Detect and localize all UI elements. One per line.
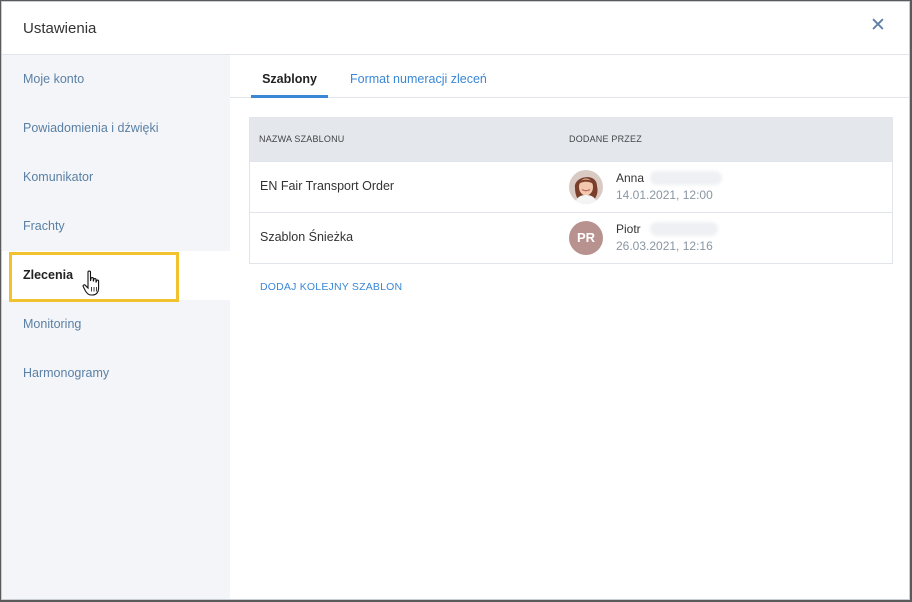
dialog-title: Ustawienia <box>23 20 97 37</box>
tab-bar: Szablony Format numeracji zleceń <box>230 55 909 98</box>
table-row[interactable]: EN Fair Transport Order Anna 14.01.2021,… <box>250 161 892 212</box>
table-row[interactable]: Szablon Śnieżka PR Piotr 26.03.2021, 12:… <box>250 212 892 263</box>
avatar <box>569 170 603 204</box>
templates-table: NAZWA SZABLONU DODANE PRZEZ EN Fair Tran… <box>249 117 893 264</box>
add-template-button[interactable]: DODAJ KOLEJNY SZABLON <box>260 281 402 293</box>
column-header-name: NAZWA SZABLONU <box>259 134 345 144</box>
avatar: PR <box>569 221 603 255</box>
settings-dialog: Ustawienia ✕ Moje konto Powiadomienia i … <box>1 1 910 600</box>
redacted-surname <box>650 222 718 236</box>
column-header-added-by: DODANE PRZEZ <box>569 134 642 144</box>
dialog-header: Ustawienia ✕ <box>2 2 909 55</box>
sidebar-item-frachty[interactable]: Frachty <box>2 202 230 251</box>
avatar-photo-icon <box>569 170 603 204</box>
added-date: 26.03.2021, 12:16 <box>616 239 713 253</box>
tab-format-numeracji[interactable]: Format numeracji zleceń <box>350 72 487 98</box>
author-name: Piotr <box>616 222 641 236</box>
sidebar-item-powiadomienia[interactable]: Powiadomienia i dźwięki <box>2 104 230 153</box>
sidebar-item-komunikator[interactable]: Komunikator <box>2 153 230 202</box>
sidebar-item-monitoring[interactable]: Monitoring <box>2 300 230 349</box>
sidebar-item-moje-konto[interactable]: Moje konto <box>2 55 230 104</box>
sidebar-item-harmonogramy[interactable]: Harmonogramy <box>2 349 230 398</box>
author-name: Anna <box>616 171 645 185</box>
tab-szablony[interactable]: Szablony <box>251 72 328 98</box>
redacted-surname <box>650 171 722 185</box>
added-date: 14.01.2021, 12:00 <box>616 188 713 202</box>
close-icon[interactable]: ✕ <box>867 15 889 37</box>
template-name: Szablon Śnieżka <box>260 230 354 244</box>
settings-sidebar: Moje konto Powiadomienia i dźwięki Komun… <box>2 55 230 599</box>
settings-content: Szablony Format numeracji zleceń NAZWA S… <box>230 55 909 599</box>
table-header: NAZWA SZABLONU DODANE PRZEZ <box>250 118 892 161</box>
template-name: EN Fair Transport Order <box>260 179 395 193</box>
hand-cursor-icon <box>82 270 100 296</box>
sidebar-item-zlecenia[interactable]: Zlecenia <box>2 251 230 300</box>
